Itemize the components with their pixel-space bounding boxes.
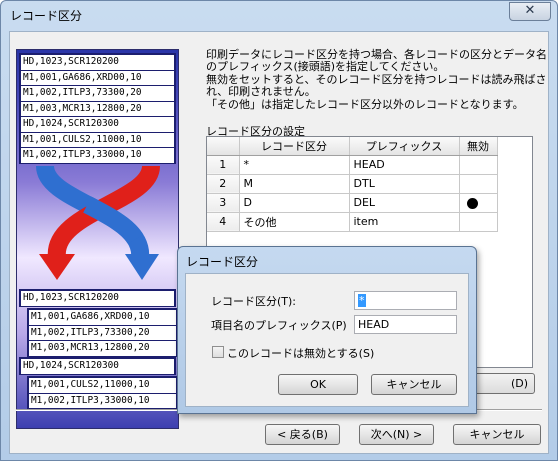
header-record-box: HD,1024,SCR120300	[19, 357, 176, 375]
header-line: HD,1023,SCR120200	[21, 291, 174, 306]
column-header-prefix[interactable]: プレフィックス	[349, 137, 460, 156]
table-row[interactable]: 2 M DTL	[207, 174, 498, 194]
description-line: れ、印刷されません。	[206, 85, 316, 99]
dialog-title: レコード区分	[186, 255, 259, 269]
ok-button[interactable]: OK	[278, 374, 358, 395]
header-line: HD,1024,SCR120300	[21, 359, 174, 374]
source-line: HD,1024,SCR120300	[21, 117, 174, 132]
description-text: 印刷データにレコード区分を持つ場合、各レコードの区分とデータ名 のプレフィックス…	[206, 48, 547, 111]
record-split-illustration: HD,1023,SCR120200 M1,001,GA686,XRD00,10 …	[16, 49, 179, 429]
source-line: M1,002,ITLP3,33000,10	[21, 148, 174, 163]
invalid-cell[interactable]	[459, 155, 498, 175]
kubun-cell[interactable]: D	[239, 193, 350, 213]
delete-button[interactable]: (D)	[469, 373, 535, 394]
back-button[interactable]: < 戻る(B)	[265, 424, 340, 445]
description-line: のプレフィックス(接頭語)を指定してください。	[206, 60, 445, 74]
title-bar: レコード区分 ✕	[1, 1, 557, 29]
detail-record-box: M1,001,GA686,XRD00,10 M1,002,ITLP3,73300…	[27, 308, 178, 357]
source-line: M1,002,ITLP3,73300,20	[21, 86, 174, 101]
detail-line: M1,001,GA686,XRD00,10	[29, 310, 176, 325]
source-line: M1,001,GA686,XRD00,10	[21, 70, 174, 85]
dialog-body: レコード区分(T): * 項目名のプレフィックス(P) HEAD このレコードは…	[185, 273, 469, 407]
source-line: M1,003,MCR13,12800,20	[21, 101, 174, 116]
row-number: 3	[207, 193, 240, 213]
column-header-invalid[interactable]: 無効	[459, 137, 498, 156]
row-number: 4	[207, 212, 240, 232]
table-row[interactable]: 1 * HEAD	[207, 155, 498, 175]
detail-line: M1,002,ITLP3,73300,20	[29, 325, 176, 340]
close-icon: ✕	[524, 3, 536, 18]
invalid-cell[interactable]	[459, 174, 498, 194]
prefix-label: 項目名のプレフィックス(P)	[211, 319, 347, 332]
next-button[interactable]: 次へ(N) >	[359, 424, 434, 445]
detail-line: M1,001,CULS2,11000,10	[29, 378, 176, 393]
invalid-checkbox[interactable]	[212, 346, 224, 358]
kubun-cell[interactable]: その他	[239, 212, 350, 232]
prefix-cell[interactable]: DTL	[349, 174, 460, 194]
column-header-kubun[interactable]: レコード区分	[239, 137, 350, 156]
kubun-input-value: *	[358, 294, 366, 307]
grid-header-row: レコード区分 プレフィックス 無効	[207, 137, 498, 156]
window-title: レコード区分	[10, 9, 83, 23]
prefix-cell[interactable]: HEAD	[349, 155, 460, 175]
row-number: 2	[207, 174, 240, 194]
prefix-input[interactable]: HEAD	[354, 315, 457, 334]
detail-line: M1,002,ITLP3,33000,10	[29, 393, 176, 408]
invalid-cell[interactable]	[459, 212, 498, 232]
invalid-checkbox-label[interactable]: このレコードは無効とする(S)	[227, 345, 374, 361]
source-line: HD,1023,SCR120200	[21, 55, 174, 70]
cancel-button[interactable]: キャンセル	[453, 424, 541, 445]
row-number: 1	[207, 155, 240, 175]
source-line: M1,001,CULS2,11000,10	[21, 132, 174, 147]
kubun-cell[interactable]: *	[239, 155, 350, 175]
header-record-box: HD,1023,SCR120200	[19, 289, 176, 307]
detail-record-box: M1,001,CULS2,11000,10 M1,002,ITLP3,33000…	[27, 376, 178, 409]
prefix-cell[interactable]: item	[349, 212, 460, 232]
invalid-dot-icon	[466, 197, 478, 209]
source-data-box: HD,1023,SCR120200 M1,001,GA686,XRD00,10 …	[19, 53, 176, 164]
table-row[interactable]: 4 その他 item	[207, 212, 498, 232]
kubun-input[interactable]: *	[354, 291, 457, 310]
table-row[interactable]: 3 D DEL	[207, 193, 498, 213]
dialog-cancel-button[interactable]: キャンセル	[371, 374, 457, 395]
kubun-label: レコード区分(T):	[211, 295, 297, 308]
prefix-cell[interactable]: DEL	[349, 193, 460, 213]
twisted-arrows-icon	[36, 164, 160, 280]
description-line: 「その他」は指定したレコード区分以外のレコードとなります。	[206, 97, 524, 111]
close-button[interactable]: ✕	[509, 2, 551, 21]
grid-corner	[207, 137, 240, 156]
kubun-cell[interactable]: M	[239, 174, 350, 194]
detail-line: M1,003,MCR13,12800,20	[29, 341, 176, 356]
record-kubun-dialog: レコード区分 レコード区分(T): * 項目名のプレフィックス(P) HEAD …	[177, 246, 477, 414]
invalid-cell[interactable]	[459, 193, 498, 213]
wizard-window: レコード区分 ✕ HD,1023,SCR120200 M1,001,GA686,…	[0, 0, 558, 461]
